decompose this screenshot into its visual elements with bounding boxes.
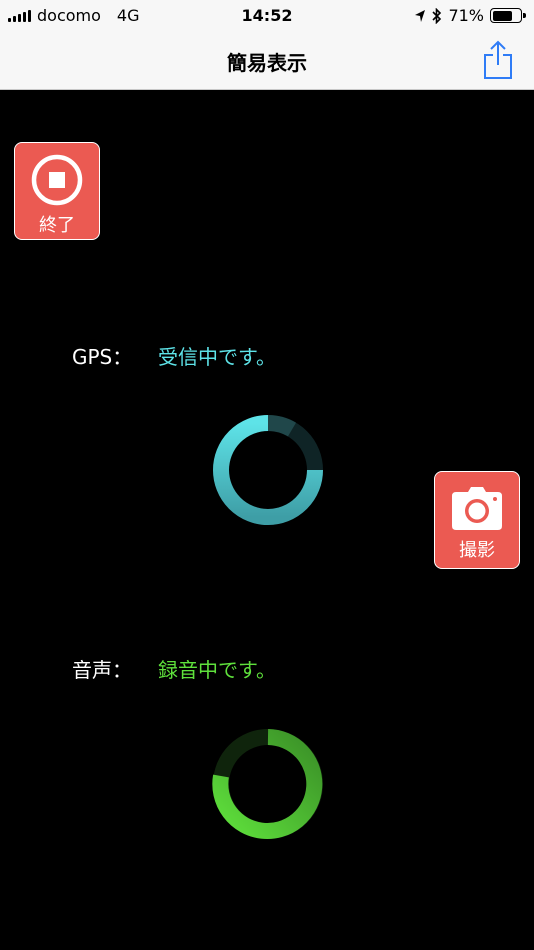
location-arrow-icon bbox=[415, 9, 426, 22]
share-button[interactable] bbox=[482, 40, 514, 80]
navigation-bar: 簡易表示 bbox=[0, 32, 534, 90]
battery-percent: 71% bbox=[448, 6, 484, 25]
battery-fill bbox=[492, 10, 512, 21]
camera-button[interactable]: 撮影 bbox=[434, 471, 520, 569]
stop-icon bbox=[31, 154, 83, 206]
status-bar: docomo 4G 14:52 71% bbox=[0, 0, 534, 32]
status-right: 71% bbox=[414, 6, 526, 25]
audio-activity-spinner bbox=[212, 729, 323, 839]
share-icon bbox=[484, 40, 512, 79]
audio-label: 音声： bbox=[72, 658, 132, 682]
gps-status: 受信中です。 bbox=[158, 345, 276, 369]
camera-icon bbox=[452, 487, 502, 530]
camera-button-label: 撮影 bbox=[459, 540, 495, 561]
gps-activity-spinner bbox=[213, 414, 323, 525]
bluetooth-icon bbox=[432, 7, 442, 24]
battery-icon bbox=[490, 8, 526, 23]
gps-label: GPS： bbox=[72, 345, 133, 369]
battery-tip bbox=[523, 13, 526, 18]
stop-button[interactable]: 終了 bbox=[14, 142, 100, 240]
audio-status: 録音中です。 bbox=[158, 658, 276, 682]
stop-button-label: 終了 bbox=[39, 215, 75, 236]
page-title: 簡易表示 bbox=[227, 51, 307, 75]
